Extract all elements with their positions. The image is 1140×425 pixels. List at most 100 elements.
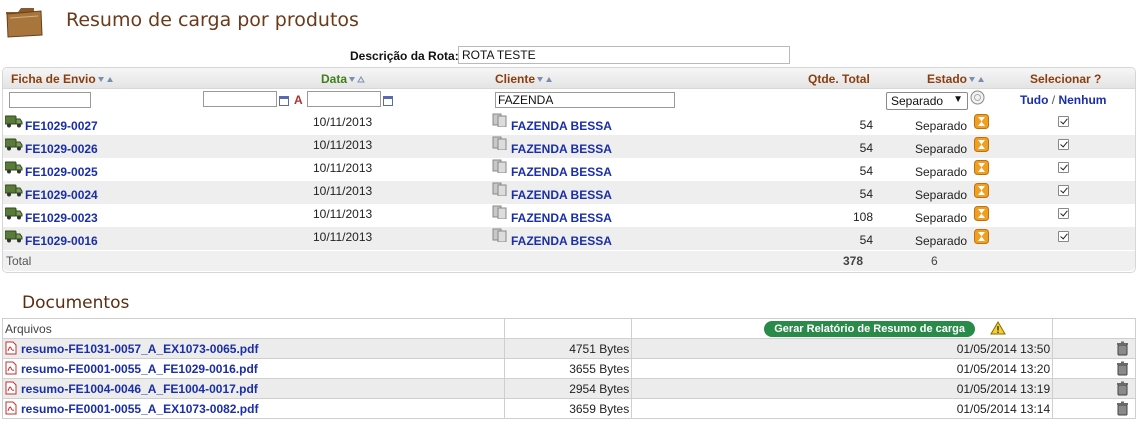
calendar-icon[interactable] bbox=[383, 96, 393, 106]
documents-title: Documentos bbox=[22, 293, 130, 313]
header-ficha[interactable]: Ficha de Envio bbox=[11, 72, 115, 86]
document-date: 01/05/2014 13:50 bbox=[631, 338, 1054, 359]
hourglass-icon[interactable] bbox=[974, 206, 989, 221]
hourglass-icon[interactable] bbox=[974, 137, 989, 152]
trash-icon[interactable] bbox=[1116, 361, 1129, 376]
document-link[interactable]: resumo-FE1031-0057_A_EX1073-0065.pdf bbox=[21, 342, 258, 356]
generate-report-button[interactable]: Gerar Relatório de Resumo de carga bbox=[764, 320, 975, 337]
document-size: 3655 Bytes bbox=[504, 358, 633, 379]
size-header bbox=[504, 318, 633, 339]
trash-icon[interactable] bbox=[1116, 381, 1129, 396]
header-data[interactable]: Data bbox=[321, 72, 366, 86]
filter-estado-value: Separado bbox=[891, 94, 944, 108]
ficha-link[interactable]: FE1029-0016 bbox=[25, 234, 98, 248]
ficha-link[interactable]: FE1029-0027 bbox=[25, 119, 98, 133]
client-icon bbox=[492, 113, 507, 127]
sort-icon[interactable] bbox=[97, 75, 115, 84]
document-link[interactable]: resumo-FE0001-0055_A_EX1073-0082.pdf bbox=[21, 402, 258, 416]
trash-icon[interactable] bbox=[1116, 341, 1129, 356]
client-icon bbox=[492, 228, 507, 242]
ficha-link[interactable]: FE1029-0023 bbox=[25, 211, 98, 225]
pdf-icon bbox=[5, 341, 17, 355]
row-select-checkbox[interactable] bbox=[1058, 116, 1069, 127]
filter-estado-select[interactable]: Separado ▼ bbox=[886, 92, 968, 110]
cliente-link[interactable]: FAZENDA BESSA bbox=[511, 211, 612, 225]
folder-icon bbox=[6, 8, 43, 38]
row-select-checkbox[interactable] bbox=[1058, 139, 1069, 150]
client-icon bbox=[492, 159, 507, 173]
hourglass-icon[interactable] bbox=[974, 229, 989, 244]
document-row: resumo-FE1031-0057_A_EX1073-0065.pdf 475… bbox=[1, 338, 1136, 359]
sort-icon[interactable] bbox=[348, 75, 366, 84]
document-size: 4751 Bytes bbox=[504, 338, 633, 359]
rota-description-input[interactable] bbox=[458, 46, 790, 64]
sort-icon[interactable] bbox=[536, 75, 554, 84]
row-select-checkbox[interactable] bbox=[1058, 185, 1069, 196]
total-qtde: 378 bbox=[843, 254, 864, 268]
row-select-checkbox[interactable] bbox=[1058, 231, 1069, 242]
cliente-link[interactable]: FAZENDA BESSA bbox=[511, 234, 612, 248]
calendar-icon[interactable] bbox=[279, 96, 289, 106]
page-title: Resumo de carga por produtos bbox=[66, 9, 359, 31]
select-all-link[interactable]: Tudo bbox=[1020, 93, 1048, 107]
client-icon bbox=[492, 205, 507, 219]
filter-row: A Separado ▼ Tudo / Nenhum bbox=[3, 89, 1135, 111]
ficha-link[interactable]: FE1029-0026 bbox=[25, 142, 98, 156]
row-qtde: 54 bbox=[859, 141, 873, 155]
table-row: FE1029-0026 10/11/2013 FAZENDA BESSA 54 … bbox=[3, 135, 1135, 158]
filter-ficha-input[interactable] bbox=[9, 92, 91, 108]
row-select-checkbox[interactable] bbox=[1058, 208, 1069, 219]
truck-icon bbox=[5, 161, 23, 174]
row-select-checkbox[interactable] bbox=[1058, 162, 1069, 173]
select-all-links: Tudo / Nenhum bbox=[1020, 93, 1106, 107]
document-link[interactable]: resumo-FE0001-0055_A_FE1029-0016.pdf bbox=[21, 362, 258, 376]
hourglass-icon[interactable] bbox=[974, 114, 989, 129]
document-date: 01/05/2014 13:20 bbox=[631, 358, 1054, 379]
document-action-cell bbox=[1052, 358, 1136, 379]
table-row: FE1029-0024 10/11/2013 FAZENDA BESSA 54 … bbox=[3, 181, 1135, 204]
pdf-icon bbox=[5, 361, 17, 375]
truck-icon bbox=[5, 207, 23, 220]
warning-icon bbox=[990, 321, 1007, 335]
action-header bbox=[1052, 318, 1136, 339]
table-row: FE1029-0025 10/11/2013 FAZENDA BESSA 54 … bbox=[3, 158, 1135, 181]
ficha-link[interactable]: FE1029-0025 bbox=[25, 165, 98, 179]
pdf-icon bbox=[5, 381, 17, 395]
select-none-link[interactable]: Nenhum bbox=[1058, 93, 1106, 107]
header-qtde: Qtde. Total bbox=[808, 72, 870, 86]
document-action-cell bbox=[1052, 338, 1136, 359]
link-separator: / bbox=[1051, 93, 1056, 107]
document-link[interactable]: resumo-FE1004-0046_A_FE1004-0017.pdf bbox=[21, 382, 258, 396]
table-row: FE1029-0016 10/11/2013 FAZENDA BESSA 54 … bbox=[3, 227, 1135, 250]
filter-date-from-input[interactable] bbox=[203, 91, 277, 107]
ficha-link[interactable]: FE1029-0024 bbox=[25, 188, 98, 202]
row-qtde: 54 bbox=[859, 118, 873, 132]
header-estado[interactable]: Estado bbox=[927, 72, 986, 86]
cliente-link[interactable]: FAZENDA BESSA bbox=[511, 142, 612, 156]
row-estado: Separado bbox=[915, 119, 968, 133]
filter-cliente-input[interactable] bbox=[495, 92, 675, 108]
row-date: 10/11/2013 bbox=[313, 230, 373, 244]
cliente-link[interactable]: FAZENDA BESSA bbox=[511, 165, 612, 179]
grid-header: Ficha de Envio Data Cliente Qtde. Total … bbox=[3, 68, 1135, 89]
hourglass-icon[interactable] bbox=[974, 183, 989, 198]
row-estado: Separado bbox=[915, 211, 968, 225]
pdf-icon bbox=[5, 401, 17, 415]
sort-icon[interactable] bbox=[968, 75, 986, 84]
arquivos-header: Arquivos bbox=[1, 318, 506, 339]
document-size: 2954 Bytes bbox=[504, 378, 633, 399]
client-icon bbox=[492, 182, 507, 196]
cliente-link[interactable]: FAZENDA BESSA bbox=[511, 119, 612, 133]
rota-row: Descrição da Rota: bbox=[0, 46, 1140, 66]
truck-icon bbox=[5, 230, 23, 243]
table-row: FE1029-0023 10/11/2013 FAZENDA BESSA 108… bbox=[3, 204, 1135, 227]
clear-filter-icon[interactable] bbox=[970, 90, 985, 105]
header-cliente[interactable]: Cliente bbox=[495, 72, 554, 86]
cliente-link[interactable]: FAZENDA BESSA bbox=[511, 188, 612, 202]
trash-icon[interactable] bbox=[1116, 401, 1129, 416]
hourglass-icon[interactable] bbox=[974, 160, 989, 175]
total-label: Total bbox=[6, 254, 32, 268]
filter-date-to-input[interactable] bbox=[307, 91, 381, 107]
documents-header-row: Arquivos Gerar Relatório de Resumo de ca… bbox=[1, 318, 1136, 339]
row-date: 10/11/2013 bbox=[313, 207, 373, 221]
